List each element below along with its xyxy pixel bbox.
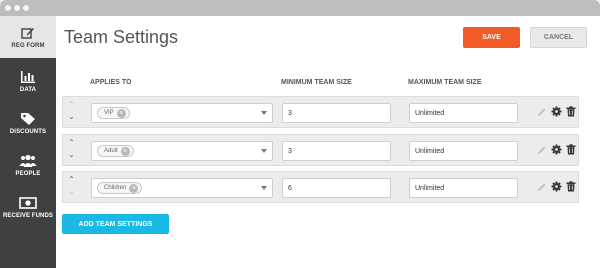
move-up-icon[interactable]: ⌃	[68, 176, 75, 184]
applies-to-select[interactable]: Adult ×	[91, 141, 273, 161]
add-team-settings-button[interactable]: ADD TEAM SETTINGS	[62, 214, 169, 234]
chevron-down-icon[interactable]	[261, 149, 267, 153]
tag-label: Children	[104, 185, 127, 191]
remove-tag-icon[interactable]: ×	[116, 108, 126, 118]
sidebar-item-data[interactable]: DATA	[0, 60, 56, 102]
chevron-down-icon[interactable]	[261, 186, 267, 190]
minimum-team-size-input[interactable]: 3	[282, 103, 391, 123]
sidebar-item-label: DISCOUNTS	[9, 128, 47, 135]
sidebar-item-label: RECEIVE FUNDS	[3, 212, 53, 219]
tag-label: VIP	[104, 110, 114, 116]
bar-chart-icon	[21, 70, 35, 83]
table-row: ⌃ ⌄ Children × 6 Unlimited	[62, 171, 579, 203]
remove-tag-icon[interactable]: ×	[129, 183, 139, 193]
column-header-maximum-team-size: MAXIMUM TEAM SIZE	[408, 79, 482, 86]
table-row: ⌃ ⌄ Adult × 3 Unlimited	[62, 134, 579, 166]
row-actions	[536, 106, 576, 120]
move-up-icon[interactable]: ⌃	[68, 101, 75, 109]
window-close-dot[interactable]	[5, 5, 11, 11]
selected-tag: Adult ×	[97, 145, 134, 157]
column-header-minimum-team-size: MINIMUM TEAM SIZE	[281, 79, 352, 86]
move-down-icon[interactable]: ⌄	[68, 151, 75, 159]
sidebar-item-receive-funds[interactable]: RECEIVE FUNDS	[0, 186, 56, 228]
sidebar-item-label: REG FORM	[11, 42, 45, 49]
trash-icon[interactable]	[566, 144, 576, 155]
move-down-icon[interactable]: ⌄	[68, 113, 75, 121]
chevron-down-icon[interactable]	[261, 111, 267, 115]
edit-icon	[21, 27, 34, 39]
reorder-arrows: ⌃ ⌄	[67, 139, 77, 163]
tag-icon	[21, 112, 35, 125]
money-icon	[19, 196, 37, 209]
window-titlebar	[0, 0, 600, 16]
save-button[interactable]: SAVE	[463, 27, 520, 48]
maximum-team-size-input[interactable]: Unlimited	[409, 103, 518, 123]
sidebar-item-discounts[interactable]: DISCOUNTS	[0, 102, 56, 144]
trash-icon[interactable]	[566, 106, 576, 117]
reorder-arrows: ⌃ ⌄	[67, 101, 77, 125]
window-zoom-dot[interactable]	[23, 5, 29, 11]
page-title: Team Settings	[64, 27, 179, 47]
selected-tag: VIP ×	[97, 107, 130, 119]
main-content: Team Settings SAVE CANCEL APPLIES TO MIN…	[56, 16, 600, 268]
cancel-button[interactable]: CANCEL	[530, 27, 587, 48]
reorder-arrows: ⌃ ⌄	[67, 176, 77, 200]
pencil-icon[interactable]	[536, 145, 547, 156]
maximum-team-size-input[interactable]: Unlimited	[409, 141, 518, 161]
sidebar: REG FORM DATA DISCOUNTS PEOPLE RECEIVE F…	[0, 16, 56, 268]
gear-icon[interactable]	[551, 144, 562, 155]
minimum-team-size-input[interactable]: 6	[282, 178, 391, 198]
pencil-icon[interactable]	[536, 182, 547, 193]
row-actions	[536, 144, 576, 158]
applies-to-select[interactable]: VIP ×	[91, 103, 273, 123]
column-header-applies-to: APPLIES TO	[90, 79, 132, 86]
gear-icon[interactable]	[551, 106, 562, 117]
remove-tag-icon[interactable]: ×	[120, 146, 130, 156]
sidebar-item-label: PEOPLE	[15, 170, 41, 177]
sidebar-item-reg-form[interactable]: REG FORM	[0, 16, 56, 58]
row-actions	[536, 181, 576, 195]
sidebar-item-label: DATA	[19, 86, 37, 93]
pencil-icon[interactable]	[536, 107, 547, 118]
maximum-team-size-input[interactable]: Unlimited	[409, 178, 518, 198]
table-row: ⌃ ⌄ VIP × 3 Unlimited	[62, 96, 579, 128]
selected-tag: Children ×	[97, 182, 143, 194]
minimum-team-size-input[interactable]: 3	[282, 141, 391, 161]
tag-label: Adult	[104, 148, 118, 154]
sidebar-item-people[interactable]: PEOPLE	[0, 144, 56, 186]
window-minimize-dot[interactable]	[14, 5, 20, 11]
move-up-icon[interactable]: ⌃	[68, 139, 75, 147]
trash-icon[interactable]	[566, 181, 576, 192]
gear-icon[interactable]	[551, 181, 562, 192]
people-icon	[19, 154, 37, 167]
move-down-icon[interactable]: ⌄	[68, 188, 75, 196]
applies-to-select[interactable]: Children ×	[91, 178, 273, 198]
